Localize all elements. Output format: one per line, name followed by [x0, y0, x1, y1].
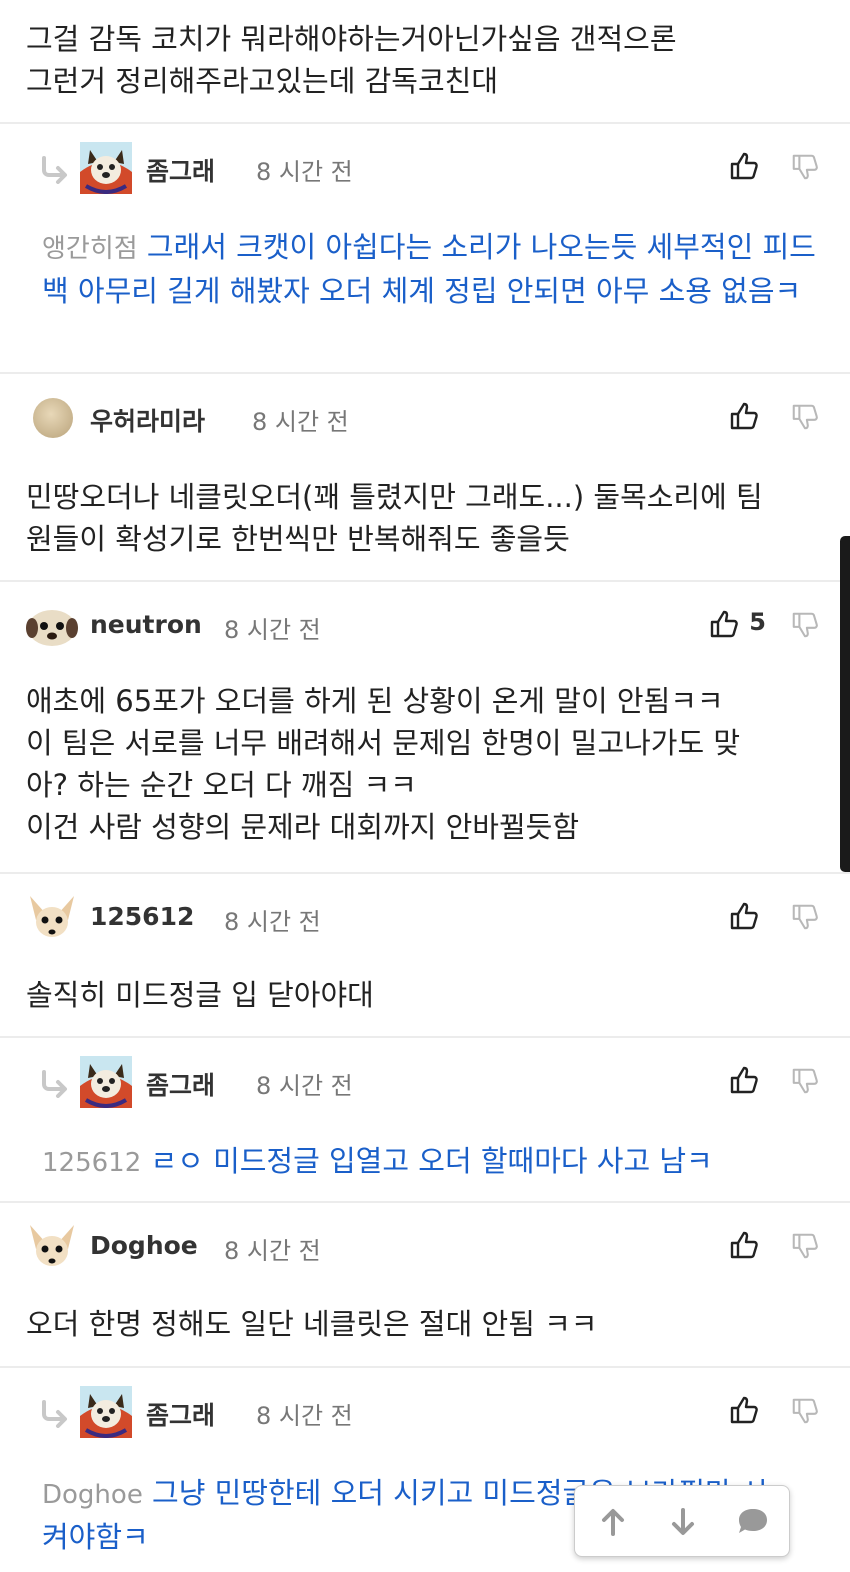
upvote-count: 5	[749, 608, 766, 636]
comment-text: 애초에 65포가 오더를 하게 된 상황이 온게 말이 안됨ㅋㅋ 이 팀은 서로…	[26, 680, 826, 848]
comment-line: 솔직히 미드정글 입 닫아야대	[26, 978, 374, 1012]
thumbs-down-icon[interactable]	[790, 152, 820, 182]
comment-author[interactable]: 좀그래	[146, 1066, 215, 1102]
comment-text: 그걸 감독 코치가 뭐라해야하는거아닌가싶음 갠적으론 그런거 정리해주라고있는…	[26, 18, 826, 102]
thumbs-up-icon[interactable]	[708, 608, 740, 640]
thumbs-up-icon[interactable]	[728, 1229, 760, 1261]
comment-author[interactable]: 좀그래	[146, 1396, 215, 1432]
reply-arrow-icon	[40, 1400, 70, 1428]
comment-line: 그런거 정리해주라고있는데 감독코친대	[26, 64, 498, 98]
comment-line: 이건 사람 성향의 문제라 대회까지 안바뀔듯함	[26, 810, 580, 844]
avatar[interactable]	[26, 892, 78, 944]
comment-header: 좀그래 8 시간 전	[0, 1052, 850, 1112]
avatar[interactable]	[33, 398, 73, 438]
comment-header: 좀그래 8 시간 전	[0, 1382, 850, 1442]
comment-item: neutron 8 시간 전 5 애초에 65포가 오더를 하게 된 상황이 온…	[0, 580, 850, 872]
reply-arrow-icon	[40, 156, 70, 184]
comment-time: 8 시간 전	[252, 408, 349, 436]
comment-author[interactable]: 125612	[90, 902, 194, 931]
thumbs-down-icon[interactable]	[790, 1231, 820, 1261]
thumbs-up-icon[interactable]	[728, 900, 760, 932]
comment-header: 우허라미라 8 시간 전	[0, 388, 850, 448]
comment-line: 이 팀은 서로를 너무 배려해서 문제임 한명이 밀고나가도 맞	[26, 726, 741, 760]
thumbs-down-icon[interactable]	[790, 1066, 820, 1096]
floating-nav-bar	[574, 1485, 790, 1557]
comment-time: 8 시간 전	[256, 1072, 353, 1100]
comment-time: 8 시간 전	[224, 616, 321, 644]
thumbs-up-icon[interactable]	[728, 1394, 760, 1426]
comment-item: Doghoe 8 시간 전 오더 한명 정해도 일단 네클릿은 절대 안됨 ㅋㅋ	[0, 1201, 850, 1366]
comment-item: 우허라미라 8 시간 전 민땅오더나 네클릿오더(꽤 틀렸지만 그래도...) …	[0, 372, 850, 580]
thumbs-down-icon[interactable]	[790, 902, 820, 932]
arrow-down-icon[interactable]	[665, 1504, 701, 1540]
comment-header: 125612 8 시간 전	[0, 888, 850, 948]
reply-to-username[interactable]: 125612	[42, 1148, 141, 1178]
thumbs-down-icon[interactable]	[790, 610, 820, 640]
comment-item: 125612 8 시간 전 솔직히 미드정글 입 닫아야대	[0, 872, 850, 1036]
comment-author[interactable]: 우허라미라	[90, 402, 205, 438]
comment-item: 좀그래 8 시간 전 125612 ㄹㅇ 미드정글 입열고 오더 할때마다 사고…	[0, 1036, 850, 1201]
comment-line: 원들이 확성기로 한번씩만 반복해줘도 좋을듯	[26, 522, 570, 556]
comment-text: 민땅오더나 네클릿오더(꽤 틀렸지만 그래도...) 둘목소리에 팀 원들이 확…	[26, 476, 826, 560]
comment-text: 앵간히점 그래서 크캣이 아쉽다는 소리가 나오는듯 세부적인 피드백 아무리 …	[42, 226, 832, 312]
reply-text: 그래서 크캣이 아쉽다는 소리가 나오는듯 세부적인 피드백 아무리 길게 해봤…	[42, 230, 816, 308]
comment-time: 8 시간 전	[224, 1237, 321, 1265]
comment-header: neutron 8 시간 전 5	[0, 596, 850, 656]
comment-item: 그걸 감독 코치가 뭐라해야하는거아닌가싶음 갠적으론 그런거 정리해주라고있는…	[0, 0, 850, 122]
comment-time: 8 시간 전	[224, 908, 321, 936]
comment-line: 아? 하는 순간 오더 다 깨짐 ㅋㅋ	[26, 768, 417, 802]
thumbs-up-icon[interactable]	[728, 1064, 760, 1096]
comment-line: 애초에 65포가 오더를 하게 된 상황이 온게 말이 안됨ㅋㅋ	[26, 684, 724, 718]
avatar[interactable]	[80, 142, 132, 194]
scrollbar-thumb[interactable]	[840, 536, 850, 872]
avatar[interactable]	[26, 600, 78, 652]
thumbs-up-icon[interactable]	[728, 150, 760, 182]
comment-text: 125612 ㄹㅇ 미드정글 입열고 오더 할때마다 사고 남ㅋ	[42, 1140, 832, 1184]
reply-text: ㄹㅇ 미드정글 입열고 오더 할때마다 사고 남ㅋ	[150, 1144, 713, 1178]
comment-text: 솔직히 미드정글 입 닫아야대	[26, 974, 826, 1016]
comment-author[interactable]: neutron	[90, 610, 202, 639]
arrow-up-icon[interactable]	[595, 1504, 631, 1540]
comment-author[interactable]: Doghoe	[90, 1231, 198, 1260]
reply-to-username[interactable]: Doghoe	[42, 1480, 143, 1510]
thumbs-down-icon[interactable]	[790, 1396, 820, 1426]
comment-time: 8 시간 전	[256, 1402, 353, 1430]
speech-bubble-icon[interactable]	[735, 1504, 771, 1540]
thumbs-down-icon[interactable]	[790, 402, 820, 432]
avatar[interactable]	[80, 1056, 132, 1108]
thumbs-up-icon[interactable]	[728, 400, 760, 432]
comment-line: 그걸 감독 코치가 뭐라해야하는거아닌가싶음 갠적으론	[26, 22, 677, 56]
comment-text: 오더 한명 정해도 일단 네클릿은 절대 안됨 ㅋㅋ	[26, 1303, 826, 1345]
comment-header: Doghoe 8 시간 전	[0, 1217, 850, 1277]
avatar[interactable]	[26, 1221, 78, 1273]
reply-arrow-icon	[40, 1070, 70, 1098]
comment-line: 민땅오더나 네클릿오더(꽤 틀렸지만 그래도...) 둘목소리에 팀	[26, 480, 763, 514]
comment-header: 좀그래 8 시간 전	[0, 138, 850, 198]
avatar[interactable]	[80, 1386, 132, 1438]
comment-item: 좀그래 8 시간 전 앵간히점 그래서 크캣이 아쉽다는 소리가 나오는듯 세부…	[0, 122, 850, 372]
comment-time: 8 시간 전	[256, 158, 353, 186]
comment-line: 오더 한명 정해도 일단 네클릿은 절대 안됨 ㅋㅋ	[26, 1307, 598, 1341]
comment-author[interactable]: 좀그래	[146, 152, 215, 188]
reply-to-username[interactable]: 앵간히점	[42, 234, 138, 264]
